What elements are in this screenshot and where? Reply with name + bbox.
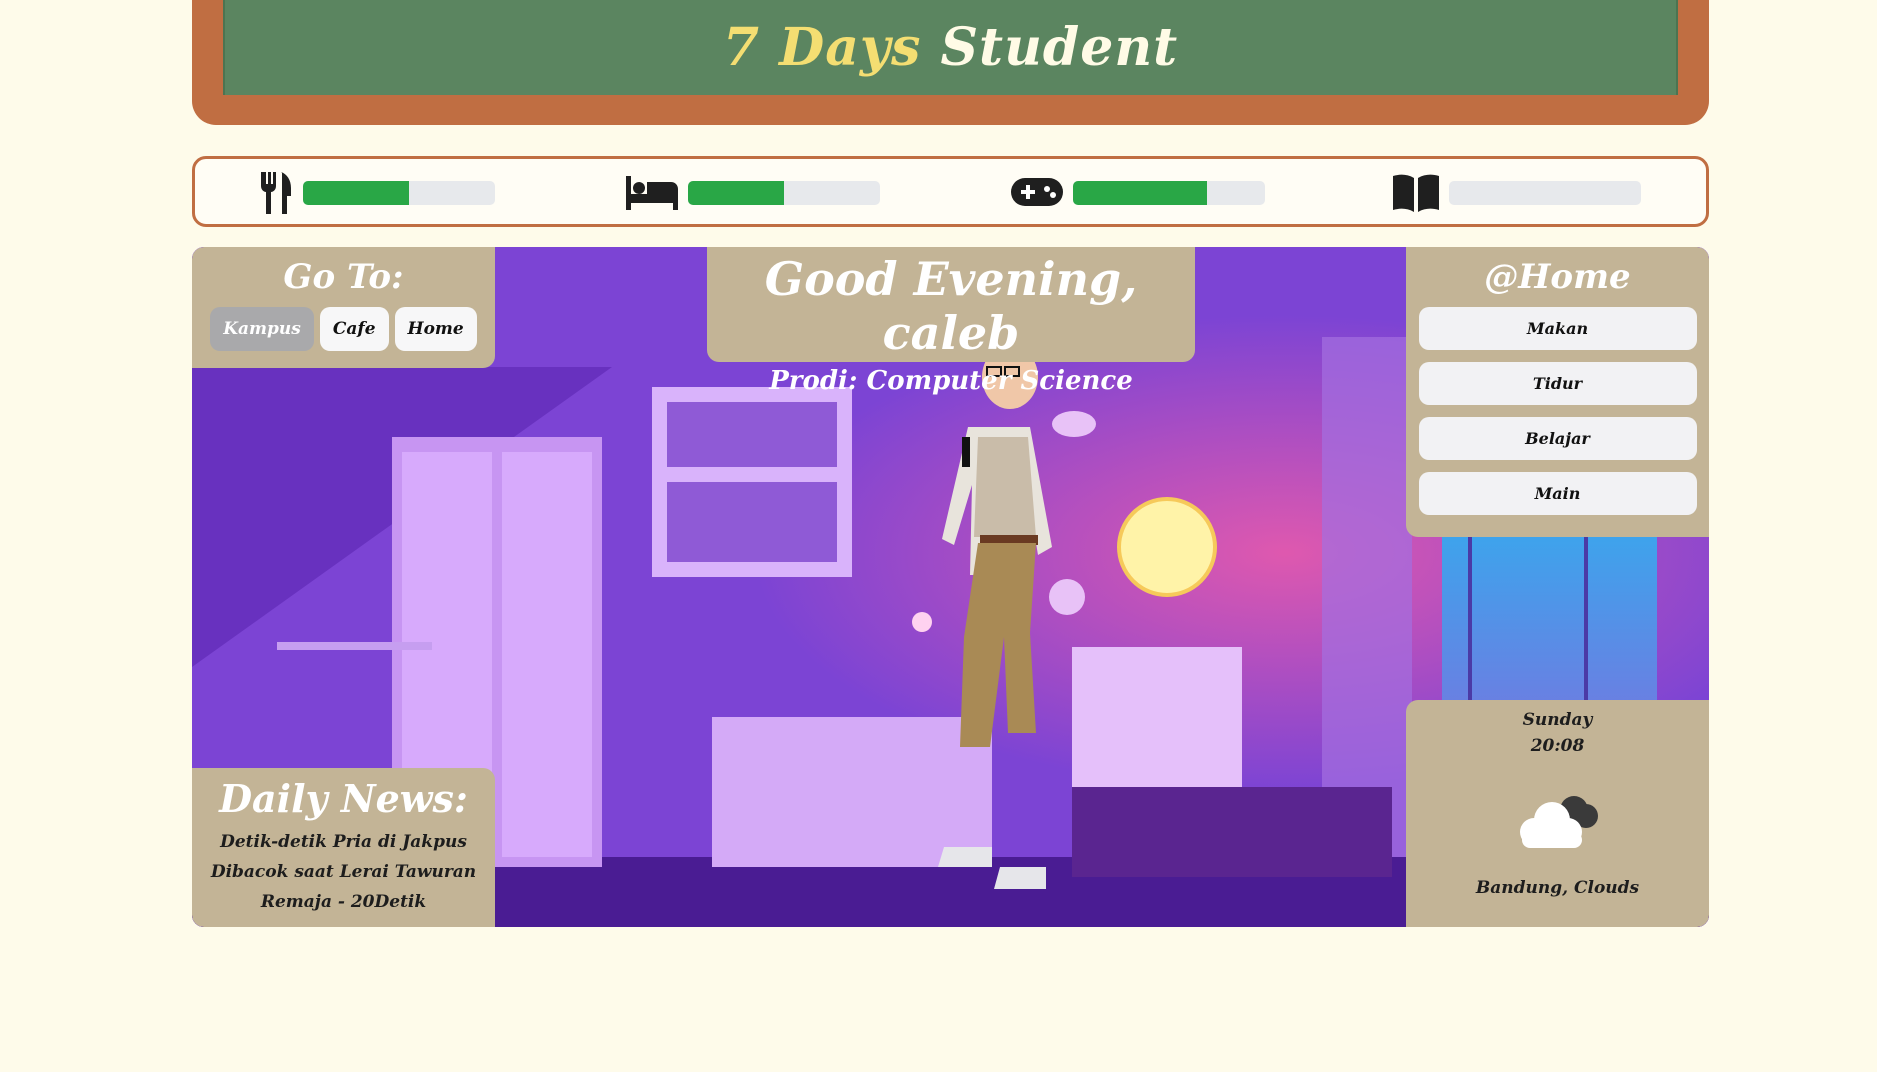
goto-kampus-button[interactable]: Kampus <box>210 307 314 351</box>
location-panel: @Home Makan Tidur Belajar Main <box>1406 247 1709 537</box>
goto-home-button[interactable]: Home <box>394 307 477 351</box>
book-icon <box>1393 174 1439 212</box>
clouds-icon <box>1519 796 1598 848</box>
title-part-1: 7 Days <box>722 17 922 78</box>
bed-icon <box>626 176 678 210</box>
stat-tidur <box>626 171 880 215</box>
action-tidur-button[interactable]: Tidur <box>1418 362 1697 405</box>
gamepad-icon <box>1011 178 1063 206</box>
action-main-button[interactable]: Main <box>1418 472 1697 515</box>
tidur-bar <box>688 181 880 205</box>
goto-cafe-button[interactable]: Cafe <box>319 307 389 351</box>
location-title: @Home <box>1484 257 1631 297</box>
news-title: Daily News: <box>219 776 468 821</box>
weather-time: 20:08 <box>1530 736 1585 756</box>
action-belajar-button[interactable]: Belajar <box>1418 417 1697 460</box>
main-bar <box>1073 181 1265 205</box>
header-frame: 7 Days Student <box>192 0 1709 125</box>
goto-buttons: Kampus Cafe Home <box>192 307 495 351</box>
fork-knife-icon <box>261 172 291 214</box>
greeting-title: Good Evening, caleb <box>764 252 1138 360</box>
title-part-2: Student <box>940 17 1179 78</box>
makan-bar <box>303 181 495 205</box>
greeting-panel: Good Evening, caleb Prodi: Computer Scie… <box>707 247 1195 396</box>
action-makan-button[interactable]: Makan <box>1418 307 1697 350</box>
news-headline[interactable]: Detik-detik Pria di Jakpus Dibacok saat … <box>192 827 495 917</box>
belajar-bar <box>1449 181 1641 205</box>
weather-location: Bandung, Clouds <box>1475 878 1640 898</box>
action-list: Makan Tidur Belajar Main <box>1406 307 1709 515</box>
stats-bar <box>192 156 1709 227</box>
weather-panel: Sunday 20:08 Bandung, Clouds <box>1406 700 1709 927</box>
app-title: 7 Days Student <box>723 17 1178 78</box>
prodi-label: Prodi: Computer Science <box>769 366 1133 396</box>
makan-bar-fill <box>303 181 409 205</box>
stat-makan <box>259 171 495 215</box>
stat-main <box>1011 171 1265 215</box>
room-scene: Go To: Kampus Cafe Home Good Evening, ca… <box>192 247 1709 927</box>
weather-day: Sunday <box>1522 710 1593 730</box>
stat-belajar <box>1393 171 1641 215</box>
news-panel: Daily News: Detik-detik Pria di Jakpus D… <box>192 768 495 927</box>
goto-panel: Go To: Kampus Cafe Home <box>192 247 495 368</box>
chalkboard: 7 Days Student <box>223 0 1678 95</box>
main-bar-fill <box>1073 181 1208 205</box>
goto-title: Go To: <box>283 257 404 297</box>
tidur-bar-fill <box>688 181 784 205</box>
